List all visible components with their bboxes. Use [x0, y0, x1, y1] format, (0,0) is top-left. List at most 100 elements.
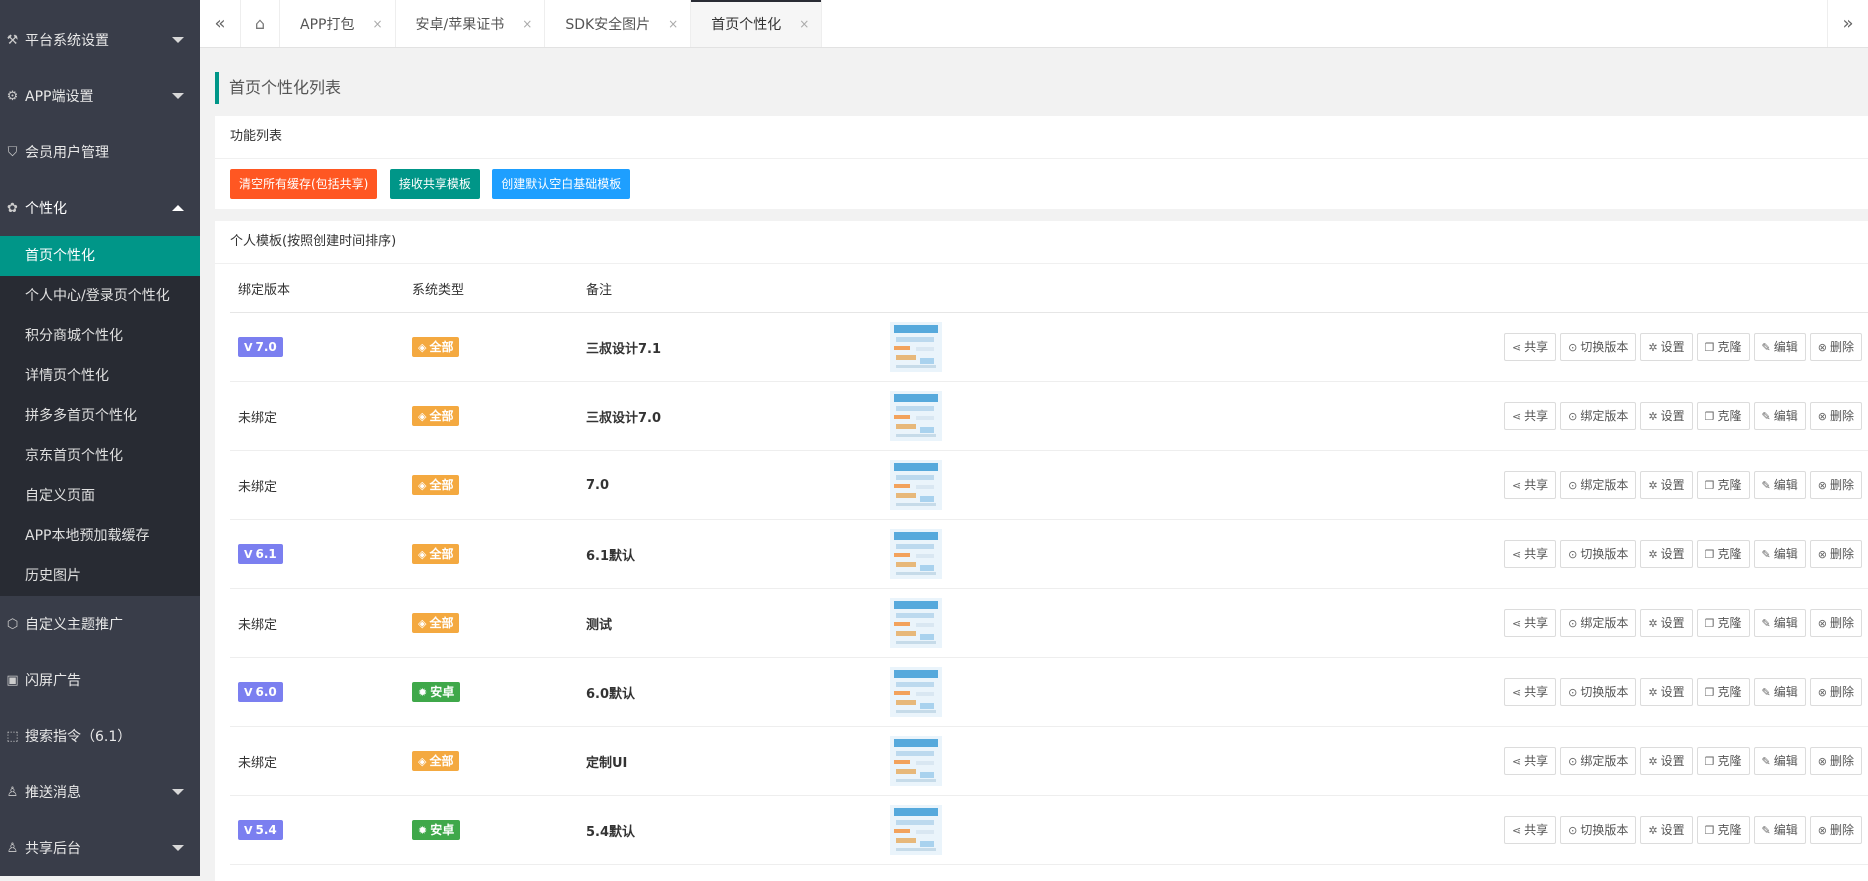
thumbnail-block [896, 779, 936, 782]
submenu-item[interactable]: 自定义页面 [0, 476, 200, 516]
switch-button[interactable]: ⊙ 绑定版本 [1560, 747, 1637, 775]
edit-label: 编辑 [1773, 340, 1798, 354]
share-button[interactable]: ⋖ 共享 [1503, 333, 1557, 361]
submenu-item[interactable]: 首页个性化 [0, 236, 200, 276]
share-label: 共享 [1524, 547, 1549, 561]
receive-shared-template-button[interactable]: 接收共享模板 [389, 169, 480, 199]
template-thumbnail[interactable] [890, 460, 942, 510]
clone-button[interactable]: ❐ 克隆 [1696, 402, 1750, 430]
submenu-item[interactable]: 拼多多首页个性化 [0, 396, 200, 436]
settings-button[interactable]: ✲ 设置 [1640, 471, 1693, 499]
scroll-right-button[interactable]: » [1827, 0, 1868, 47]
clone-button[interactable]: ❐ 克隆 [1696, 471, 1750, 499]
tab-item[interactable]: SDK安全图片 × [545, 0, 692, 47]
switch-button[interactable]: ⊙ 切换版本 [1560, 540, 1637, 568]
sidebar-item-tools[interactable]: ⚒ 平台系统设置 [0, 12, 200, 68]
template-thumbnail[interactable] [890, 598, 942, 648]
edit-button[interactable]: ✎ 编辑 [1753, 678, 1806, 706]
clone-button[interactable]: ❐ 克隆 [1696, 609, 1750, 637]
submenu-item[interactable]: 京东首页个性化 [0, 436, 200, 476]
settings-button[interactable]: ✲ 设置 [1640, 816, 1693, 844]
switch-button[interactable]: ⊙ 绑定版本 [1560, 609, 1637, 637]
delete-button[interactable]: ⊗ 删除 [1809, 471, 1862, 499]
settings-button[interactable]: ✲ 设置 [1640, 678, 1693, 706]
actions-cell: ⋖ 共享 ⊙ 绑定版本 ✲ 设置 ❐ 克隆 ✎ 编辑 ⊗ 删除 [981, 450, 1868, 520]
thumbnail-block [896, 613, 934, 618]
close-icon[interactable]: × [799, 17, 809, 31]
sidebar-item-image[interactable]: ▣ 闪屏广告 [0, 652, 200, 708]
share-button[interactable]: ⋖ 共享 [1503, 609, 1557, 637]
submenu-item[interactable]: 详情页个性化 [0, 356, 200, 396]
switch-button[interactable]: ⊙ 切换版本 [1560, 816, 1637, 844]
share-button[interactable]: ⋖ 共享 [1503, 678, 1557, 706]
template-thumbnail[interactable] [890, 736, 942, 786]
share-button[interactable]: ⋖ 共享 [1503, 816, 1557, 844]
switch-button[interactable]: ⊙ 绑定版本 [1560, 471, 1637, 499]
settings-button[interactable]: ✲ 设置 [1640, 540, 1693, 568]
clear-cache-button[interactable]: 清空所有缓存(包括共享) [230, 169, 378, 199]
sidebar-item-cube[interactable]: ⬡ 自定义主题推广 [0, 596, 200, 652]
edit-button[interactable]: ✎ 编辑 [1753, 609, 1806, 637]
settings-button[interactable]: ✲ 设置 [1640, 333, 1693, 361]
edit-button[interactable]: ✎ 编辑 [1753, 333, 1806, 361]
create-blank-template-button[interactable]: 创建默认空白基础模板 [492, 169, 631, 199]
share-button[interactable]: ⋖ 共享 [1503, 747, 1557, 775]
delete-label: 删除 [1829, 478, 1854, 492]
delete-button[interactable]: ⊗ 删除 [1809, 540, 1862, 568]
close-icon[interactable]: × [372, 17, 382, 31]
delete-button[interactable]: ⊗ 删除 [1809, 402, 1862, 430]
edit-button[interactable]: ✎ 编辑 [1753, 747, 1806, 775]
edit-button[interactable]: ✎ 编辑 [1753, 816, 1806, 844]
close-icon[interactable]: × [522, 17, 532, 31]
sidebar-item-shield[interactable]: ⛉ 会员用户管理 [0, 124, 200, 180]
version-icon: ⊙ [1568, 479, 1578, 492]
share-button[interactable]: ⋖ 共享 [1503, 471, 1557, 499]
clone-button[interactable]: ❐ 克隆 [1696, 678, 1750, 706]
sidebar-item-user[interactable]: ♙ 推送消息 [0, 764, 200, 820]
edit-label: 编辑 [1773, 547, 1798, 561]
switch-button[interactable]: ⊙ 绑定版本 [1560, 402, 1637, 430]
share-button[interactable]: ⋖ 共享 [1503, 540, 1557, 568]
template-thumbnail[interactable] [890, 322, 942, 372]
scroll-left-button[interactable]: « [200, 0, 241, 47]
sidebar-item-label: 搜索指令（6.1） [25, 729, 132, 745]
clone-button[interactable]: ❐ 克隆 [1696, 333, 1750, 361]
switch-button[interactable]: ⊙ 切换版本 [1560, 678, 1637, 706]
sidebar-item-palette[interactable]: ✿ 个性化 [0, 180, 200, 236]
settings-button[interactable]: ✲ 设置 [1640, 402, 1693, 430]
delete-button[interactable]: ⊗ 删除 [1809, 678, 1862, 706]
delete-button[interactable]: ⊗ 删除 [1809, 747, 1862, 775]
template-thumbnail[interactable] [890, 529, 942, 579]
delete-button[interactable]: ⊗ 删除 [1809, 609, 1862, 637]
delete-button[interactable]: ⊗ 删除 [1809, 816, 1862, 844]
submenu-item[interactable]: 积分商城个性化 [0, 316, 200, 356]
settings-button[interactable]: ✲ 设置 [1640, 747, 1693, 775]
submenu-item[interactable]: APP本地预加载缓存 [0, 516, 200, 556]
template-thumbnail[interactable] [890, 667, 942, 717]
sidebar-item-search-command[interactable]: ⬚ 搜索指令（6.1） [0, 708, 200, 764]
clone-button[interactable]: ❐ 克隆 [1696, 540, 1750, 568]
system-cell: ✹ 安卓 [404, 795, 578, 865]
search-command-icon: ⬚ [6, 728, 19, 744]
template-thumbnail[interactable] [890, 805, 942, 855]
tab-item[interactable]: 安卓/苹果证书 × [396, 0, 546, 47]
sidebar-item-share-user[interactable]: ♙ 共享后台 [0, 820, 200, 876]
tab-item[interactable]: APP打包 × [280, 0, 396, 47]
edit-button[interactable]: ✎ 编辑 [1753, 540, 1806, 568]
system-label: 全部 [429, 340, 454, 354]
switch-button[interactable]: ⊙ 切换版本 [1560, 333, 1637, 361]
delete-button[interactable]: ⊗ 删除 [1809, 333, 1862, 361]
clone-button[interactable]: ❐ 克隆 [1696, 747, 1750, 775]
submenu-item[interactable]: 个人中心/登录页个性化 [0, 276, 200, 316]
settings-button[interactable]: ✲ 设置 [1640, 609, 1693, 637]
tab-item[interactable]: 首页个性化 × [691, 0, 823, 47]
tab-home[interactable]: ⌂ [241, 0, 280, 47]
share-button[interactable]: ⋖ 共享 [1503, 402, 1557, 430]
edit-button[interactable]: ✎ 编辑 [1753, 402, 1806, 430]
sidebar-item-gear[interactable]: ⚙ APP端设置 [0, 68, 200, 124]
clone-button[interactable]: ❐ 克隆 [1696, 816, 1750, 844]
template-thumbnail[interactable] [890, 391, 942, 441]
close-icon[interactable]: × [668, 17, 678, 31]
submenu-item[interactable]: 历史图片 [0, 556, 200, 596]
edit-button[interactable]: ✎ 编辑 [1753, 471, 1806, 499]
